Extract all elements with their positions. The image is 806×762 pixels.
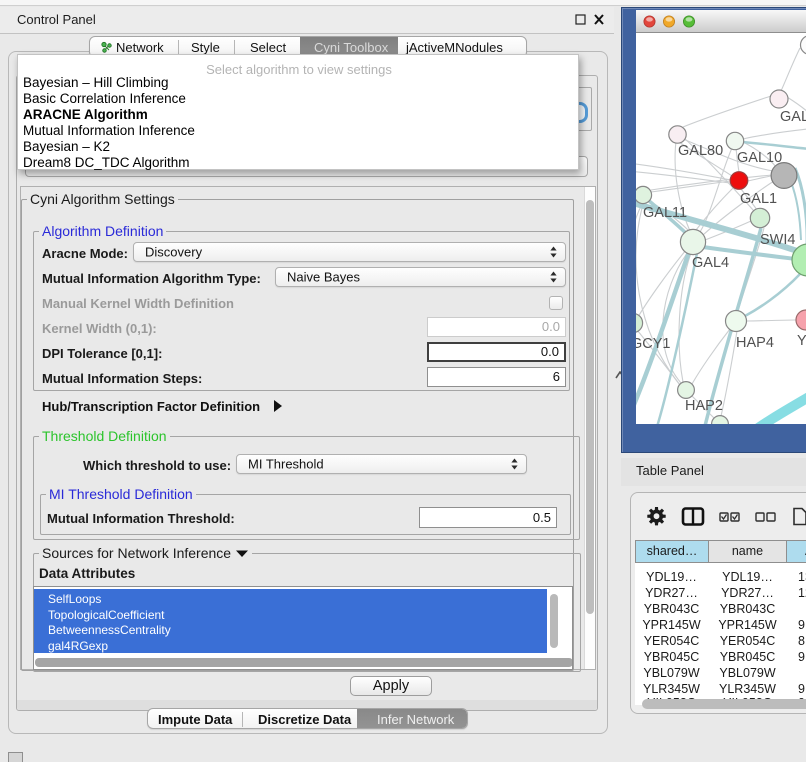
svg-text:GAL1: GAL1	[740, 191, 777, 207]
svg-text:GAL: GAL	[780, 109, 806, 125]
svg-text:Y: Y	[797, 333, 806, 349]
svg-text:GAL11: GAL11	[643, 205, 687, 221]
svg-text:HAP4: HAP4	[736, 335, 774, 351]
svg-text:SWI4: SWI4	[760, 232, 795, 248]
svg-text:GAL80: GAL80	[678, 143, 723, 159]
svg-text:HAP2: HAP2	[685, 398, 723, 414]
svg-text:GAL10: GAL10	[737, 150, 782, 166]
svg-text:GAL4: GAL4	[692, 255, 729, 271]
svg-text:GCY1: GCY1	[636, 336, 671, 352]
